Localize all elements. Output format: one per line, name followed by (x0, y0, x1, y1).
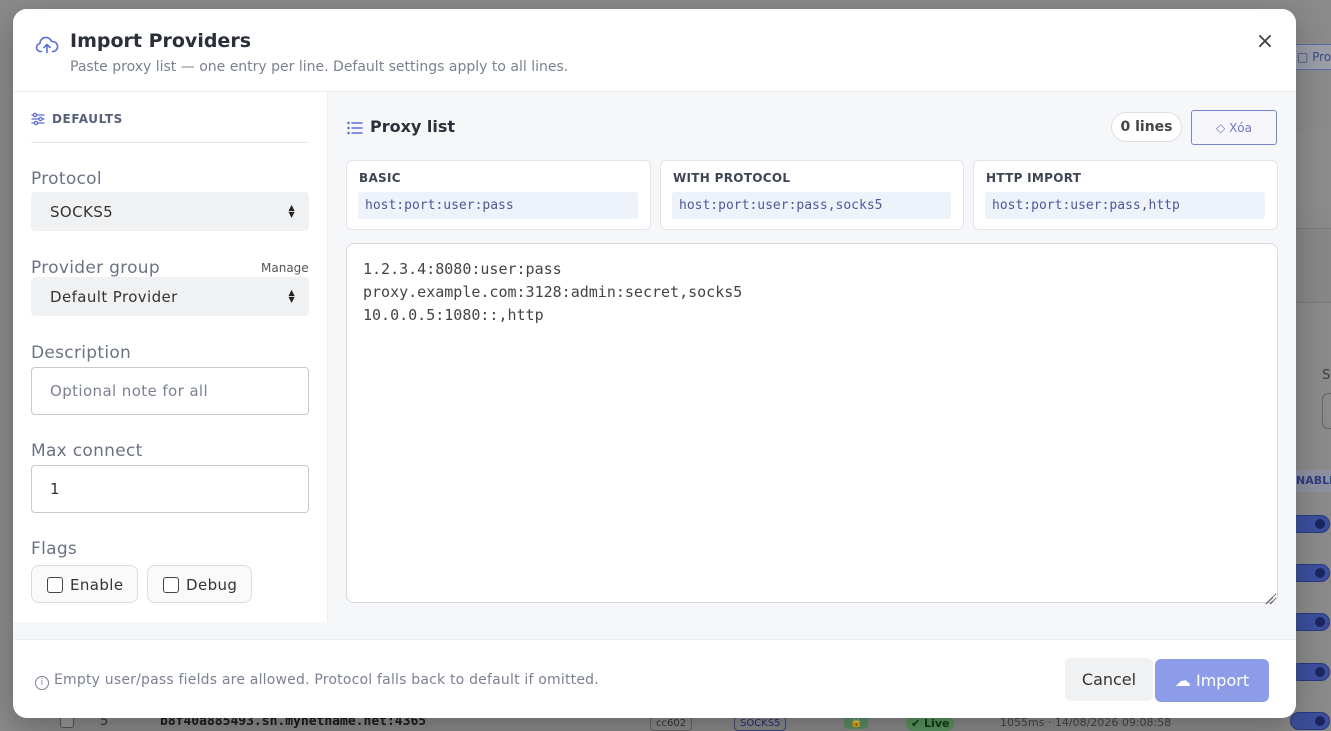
list-icon (347, 120, 363, 135)
cloud-upload-icon (35, 35, 59, 55)
provider-group-label: Provider group (31, 258, 160, 278)
format-card-with-protocol: WITH PROTOCOL host:port:user:pass,socks5 (660, 160, 964, 230)
proxy-list-textarea[interactable]: 1.2.3.4:8080:user:pass proxy.example.com… (346, 243, 1278, 603)
modal-title: Import Providers (70, 30, 252, 52)
select-arrows-icon: ▲ ▼ (288, 288, 295, 304)
manage-groups-link[interactable]: Manage (261, 261, 309, 275)
protocol-select[interactable]: SOCKS5 ▲ ▼ (31, 192, 309, 231)
info-icon: i (35, 676, 49, 690)
footer-info-text: Empty user/pass fields are allowed. Prot… (54, 672, 599, 688)
defaults-header: DEFAULTS (31, 111, 309, 143)
background-panel-strip (1296, 228, 1331, 303)
background-providers-label: Prov (1312, 50, 1331, 64)
format-card-example: host:port:user:pass,socks5 (672, 192, 951, 219)
lines-count-badge: 0 lines (1111, 112, 1182, 142)
import-button[interactable]: ☁ Import (1155, 659, 1269, 702)
description-label: Description (31, 343, 132, 363)
modal-subtitle: Paste proxy list — one entry per line. D… (70, 59, 569, 75)
background-row-status-label: Live (924, 717, 950, 730)
checkbox-box (47, 577, 63, 593)
cloud-upload-icon: ☁ (1174, 671, 1191, 690)
provider-group-select[interactable]: Default Provider ▲ ▼ (31, 277, 309, 316)
background-row-status: ✔ Live (906, 716, 955, 731)
proxy-list-panel: Proxy list 0 lines ◇ Xóa BASIC host:port… (328, 92, 1296, 622)
proxy-list-title: Proxy list (370, 117, 456, 136)
debug-checkbox[interactable]: Debug (147, 565, 252, 603)
checkbox-box (163, 577, 179, 593)
background-table-header: NABLE (1296, 470, 1331, 492)
cancel-button[interactable]: Cancel (1065, 658, 1153, 701)
format-card-http-import: HTTP IMPORT host:port:user:pass,http (973, 160, 1278, 230)
defaults-sidebar: DEFAULTS Protocol SOCKS5 ▲ ▼ Provider gro… (13, 92, 328, 622)
background-toggle (1290, 663, 1330, 681)
background-providers-button: □ Prov (1290, 44, 1331, 70)
defaults-title: DEFAULTS (52, 112, 123, 126)
background-row-protocol: SOCKS5 (734, 716, 787, 731)
sliders-icon (31, 112, 45, 126)
import-providers-modal: Import Providers Paste proxy list — one … (13, 9, 1296, 718)
flags-label: Flags (31, 539, 78, 559)
protocol-label: Protocol (31, 169, 102, 189)
description-input[interactable] (31, 367, 309, 415)
format-card-label: WITH PROTOCOL (673, 171, 791, 185)
debug-checkbox-label: Debug (186, 576, 238, 594)
background-panel (1296, 130, 1331, 210)
close-icon: × (1255, 29, 1275, 54)
close-button[interactable]: × (1254, 31, 1276, 53)
format-card-label: HTTP IMPORT (986, 171, 1082, 185)
background-toggle (1290, 564, 1330, 582)
protocol-select-value: SOCKS5 (50, 203, 114, 221)
import-button-label: Import (1195, 671, 1250, 690)
format-card-label: BASIC (359, 171, 401, 185)
clear-button-label: Xóa (1229, 121, 1252, 135)
footer-info: i Empty user/pass fields are allowed. Pro… (35, 672, 599, 690)
background-toggle (1290, 515, 1330, 533)
format-card-example: host:port:user:pass,http (985, 192, 1265, 219)
modal-header: Import Providers Paste proxy list — one … (13, 9, 1296, 92)
max-connect-label: Max connect (31, 441, 143, 461)
provider-group-select-value: Default Provider (50, 288, 178, 306)
background-input (1322, 393, 1331, 429)
clear-button[interactable]: ◇ Xóa (1191, 110, 1277, 145)
resize-grip-icon[interactable] (1264, 590, 1274, 605)
enable-checkbox-label: Enable (70, 576, 124, 594)
max-connect-input[interactable] (31, 465, 309, 513)
format-card-example: host:port:user:pass (358, 192, 638, 219)
background-label: S (1322, 368, 1331, 383)
background-row-tag: cc602 (650, 716, 693, 731)
modal-footer: i Empty user/pass fields are allowed. Pro… (13, 639, 1296, 718)
select-arrows-icon: ▲ ▼ (288, 203, 295, 219)
eraser-icon: ◇ (1216, 121, 1226, 135)
enable-checkbox[interactable]: Enable (31, 565, 138, 603)
format-card-basic: BASIC host:port:user:pass (346, 160, 651, 230)
background-toggle (1290, 613, 1330, 631)
